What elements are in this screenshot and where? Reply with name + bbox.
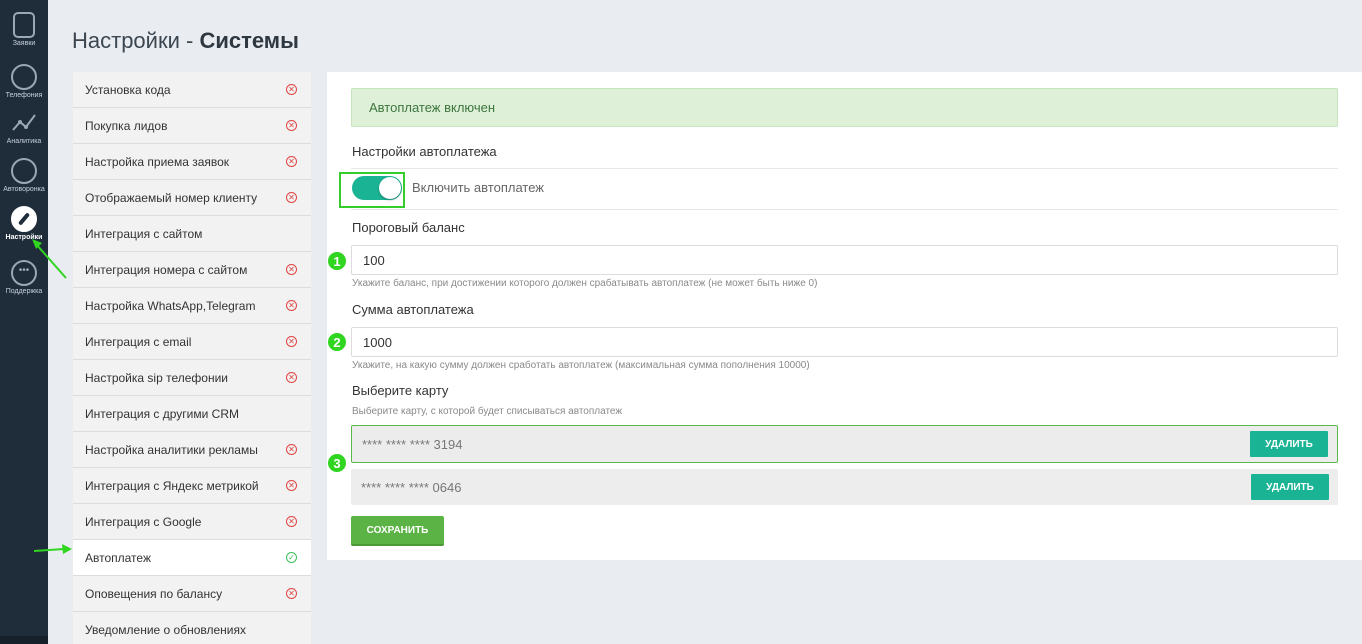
menu-item-label: Интеграция с другими CRM — [85, 406, 239, 421]
menu-item-yandex-metrika[interactable]: Интеграция с Яндекс метрикой ✕ — [73, 468, 311, 504]
error-status-icon: ✕ — [286, 372, 297, 383]
menu-item-email-integration[interactable]: Интеграция с email ✕ — [73, 324, 311, 360]
section-title: Настройки автоплатежа — [352, 144, 497, 159]
rail-item-label: Телефония — [5, 92, 43, 99]
rail-item-telephony[interactable]: Телефония — [0, 64, 48, 99]
rail-item-label: Аналитика — [6, 138, 42, 145]
rail-footer — [0, 636, 48, 644]
menu-item-label: Интеграция номера с сайтом — [85, 262, 248, 277]
page-title-bold: Системы — [199, 28, 299, 53]
menu-item-label: Интеграция с email — [85, 334, 192, 349]
annotation-arrow-icon — [32, 239, 67, 279]
menu-item-crm-integration[interactable]: Интеграция с другими CRM — [73, 396, 311, 432]
card-option[interactable]: **** **** **** 0646 УДАЛИТЬ — [351, 469, 1338, 505]
menu-item-ad-analytics[interactable]: Настройка аналитики рекламы ✕ — [73, 432, 311, 468]
autopayment-panel: Автоплатеж включен Настройки автоплатежа… — [327, 72, 1362, 560]
amount-label: Сумма автоплатежа — [352, 302, 474, 317]
menu-item-displayed-number[interactable]: Отображаемый номер клиенту ✕ — [73, 180, 311, 216]
menu-item-google-integration[interactable]: Интеграция с Google ✕ — [73, 504, 311, 540]
rail-item-label: Автоворонка — [3, 186, 45, 193]
phone-icon — [11, 64, 37, 90]
menu-item-label: Интеграция с Яндекс метрикой — [85, 478, 259, 493]
menu-item-balance-alerts[interactable]: Оповещения по балансу ✕ — [73, 576, 311, 612]
delete-card-button[interactable]: УДАЛИТЬ — [1251, 474, 1329, 500]
rail-item-label: Заявки — [12, 40, 36, 47]
error-status-icon: ✕ — [286, 444, 297, 455]
error-status-icon: ✕ — [286, 192, 297, 203]
save-button[interactable]: СОХРАНИТЬ — [351, 516, 444, 544]
error-status-icon: ✕ — [286, 84, 297, 95]
error-status-icon: ✕ — [286, 588, 297, 599]
error-status-icon: ✕ — [286, 156, 297, 167]
toggle-label: Включить автоплатеж — [412, 180, 544, 195]
menu-item-label: Интеграция с Google — [85, 514, 202, 529]
error-status-icon: ✕ — [286, 336, 297, 347]
rail-item-analytics[interactable]: Аналитика — [0, 110, 48, 145]
menu-item-label: Отображаемый номер клиенту — [85, 190, 258, 205]
threshold-label: Пороговый баланс — [352, 220, 465, 235]
menu-item-sip-telephony[interactable]: Настройка sip телефонии ✕ — [73, 360, 311, 396]
menu-item-label: Уведомление о обновлениях — [85, 622, 246, 637]
rail-item-requests[interactable]: Заявки — [0, 12, 48, 47]
threshold-input[interactable]: 100 — [351, 245, 1338, 275]
divider — [351, 209, 1338, 210]
autopayment-toggle[interactable] — [352, 176, 402, 200]
menu-item-label: Покупка лидов — [85, 118, 168, 133]
menu-item-label: Настройка WhatsApp,Telegram — [85, 298, 256, 313]
page-title: Настройки - Системы — [72, 28, 299, 54]
toggle-knob — [379, 177, 401, 199]
clipboard-icon — [13, 12, 35, 38]
amount-hint: Укажите, на какую сумму должен сработать… — [352, 360, 810, 371]
menu-item-label: Интеграция с сайтом — [85, 226, 203, 241]
menu-item-site-integration[interactable]: Интеграция с сайтом — [73, 216, 311, 252]
menu-item-label: Настройка sip телефонии — [85, 370, 228, 385]
mail-icon — [11, 158, 37, 184]
menu-item-buy-leads[interactable]: Покупка лидов ✕ — [73, 108, 311, 144]
success-alert: Автоплатеж включен — [351, 88, 1338, 127]
menu-item-code-install[interactable]: Установка кода ✕ — [73, 72, 311, 108]
error-status-icon: ✕ — [286, 516, 297, 527]
analytics-icon — [11, 110, 37, 136]
menu-item-label: Автоплатеж — [85, 550, 151, 565]
error-status-icon: ✕ — [286, 264, 297, 275]
menu-item-label: Оповещения по балансу — [85, 586, 223, 601]
annotation-badge-2: 2 — [327, 332, 347, 352]
error-status-icon: ✕ — [286, 300, 297, 311]
divider — [351, 168, 1338, 169]
menu-item-autopayment[interactable]: Автоплатеж ✓ — [73, 540, 311, 576]
menu-item-label: Настройка аналитики рекламы — [85, 442, 258, 457]
menu-item-requests-setup[interactable]: Настройка приема заявок ✕ — [73, 144, 311, 180]
annotation-arrow-icon — [34, 544, 72, 554]
card-number: **** **** **** 0646 — [361, 479, 462, 495]
menu-item-whatsapp-telegram[interactable]: Настройка WhatsApp,Telegram ✕ — [73, 288, 311, 324]
threshold-hint: Укажите баланс, при достижении которого … — [352, 278, 818, 289]
card-select-label: Выберите карту — [352, 383, 449, 398]
delete-card-button[interactable]: УДАЛИТЬ — [1250, 431, 1328, 457]
check-status-icon: ✓ — [286, 552, 297, 563]
menu-item-number-site-integration[interactable]: Интеграция номера с сайтом ✕ — [73, 252, 311, 288]
menu-item-label: Настройка приема заявок — [85, 154, 230, 169]
menu-item-update-notifications[interactable]: Уведомление о обновлениях — [73, 612, 311, 644]
rail-item-autofunnel[interactable]: Автоворонка — [0, 158, 48, 193]
rail-item-label: Поддержка — [5, 288, 43, 295]
wrench-icon — [11, 206, 37, 232]
annotation-badge-1: 1 — [327, 251, 347, 271]
annotation-badge-3: 3 — [327, 453, 347, 473]
card-option-selected[interactable]: **** **** **** 3194 УДАЛИТЬ — [351, 425, 1338, 463]
error-status-icon: ✕ — [286, 120, 297, 131]
menu-item-label: Установка кода — [85, 82, 171, 97]
amount-input[interactable]: 1000 — [351, 327, 1338, 357]
settings-menu: Установка кода ✕ Покупка лидов ✕ Настройка… — [73, 72, 311, 644]
card-number: **** **** **** 3194 — [362, 436, 463, 452]
card-select-hint: Выберите карту, с которой будет списыват… — [352, 406, 623, 417]
error-status-icon: ✕ — [286, 480, 297, 491]
page-title-prefix: Настройки - — [72, 28, 200, 53]
